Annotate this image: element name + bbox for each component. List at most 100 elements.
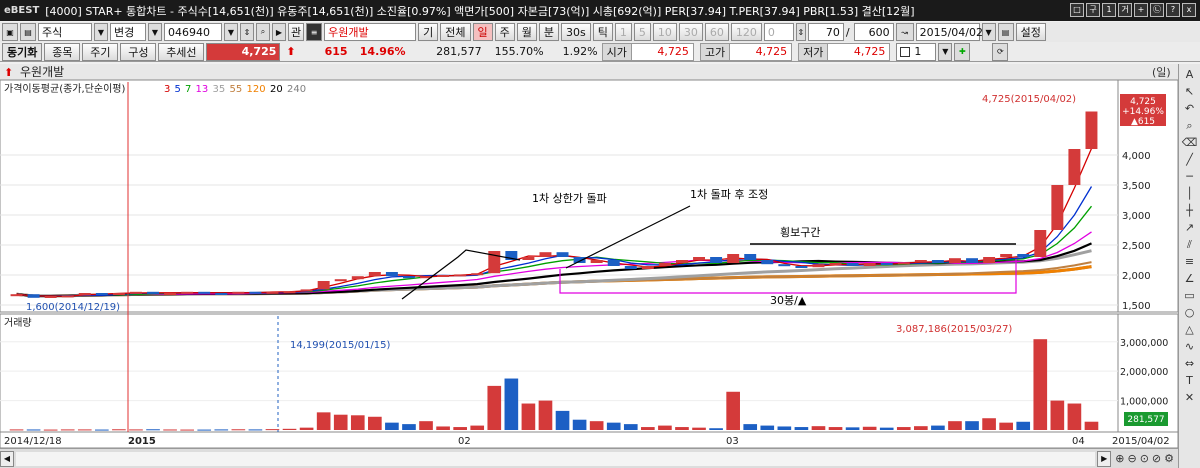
num-10-button[interactable]: 10	[652, 23, 677, 41]
market-select[interactable]: 주식	[38, 23, 92, 41]
period-minute-tab[interactable]: 분	[538, 23, 559, 41]
help-button[interactable]: ?	[1166, 3, 1180, 17]
item-button[interactable]: 종목	[44, 42, 81, 61]
market-dropdown-icon[interactable]: ▼	[94, 23, 108, 41]
hline-tool-icon[interactable]: ─	[1186, 170, 1193, 183]
num-1-button[interactable]: 1	[614, 23, 632, 41]
code-dropdown-icon[interactable]: ▼	[224, 23, 238, 41]
open-price-label: 시가	[601, 42, 632, 61]
scroll-left-icon[interactable]: ◀	[0, 450, 14, 467]
num-30-button[interactable]: 30	[678, 23, 703, 41]
zoom-in-icon[interactable]: ⊕	[1115, 452, 1124, 465]
date-dropdown-icon[interactable]: ▼	[981, 23, 996, 41]
candle	[556, 252, 569, 257]
vline-tool-icon[interactable]: │	[1186, 187, 1193, 200]
cycle-tool-icon[interactable]: ∿	[1185, 340, 1194, 353]
cursor-tool-icon[interactable]: ↖	[1185, 85, 1194, 98]
volume-bar	[470, 425, 485, 430]
chart-area[interactable]: ⬆ 우원개발 (일) 가격이동평균(종가,단순이평) 3 5 7 13 35 55 120 2…	[0, 64, 1179, 460]
window-btn-6[interactable]: ㉡	[1150, 3, 1164, 17]
date-input[interactable]: 2015/04/02	[915, 23, 983, 41]
channel-tool-icon[interactable]: ⫽	[1187, 238, 1192, 251]
tool-settings-icon[interactable]: ⚙	[1164, 452, 1174, 465]
current-price-value: 4,725	[241, 45, 277, 58]
period-week-tab[interactable]: 주	[494, 23, 515, 41]
arrow-tool-icon[interactable]: ↗	[1185, 221, 1194, 234]
zoom-fit-icon[interactable]: ⊙	[1140, 452, 1149, 465]
count-b-input[interactable]: 600	[853, 23, 894, 41]
screen-icon[interactable]: ▤	[20, 23, 36, 41]
save-icon[interactable]: ▤	[997, 23, 1014, 41]
volume-bar	[316, 412, 331, 430]
period-month-tab[interactable]: 월	[516, 23, 537, 41]
opt-all-button[interactable]: 전체	[440, 23, 471, 41]
compose-button[interactable]: 구성	[120, 42, 157, 61]
play-icon[interactable]: ▶	[272, 23, 286, 41]
change-dropdown-icon[interactable]: ▼	[148, 23, 162, 41]
open-price-cell: 시가 4,725	[601, 42, 694, 61]
candle	[437, 275, 450, 277]
spin-select[interactable]: 1	[896, 42, 937, 61]
volume-bar	[641, 427, 655, 430]
sync-date-icon[interactable]: ↝	[895, 23, 914, 41]
window-btn-3[interactable]: 1	[1102, 3, 1116, 17]
relation-button[interactable]: 관	[288, 23, 305, 41]
candle	[693, 257, 706, 260]
custom-num-input[interactable]: 0	[763, 23, 794, 41]
undo-tool-icon[interactable]: ↶	[1185, 102, 1194, 115]
period-tick-tab[interactable]: 틱	[592, 23, 613, 41]
window-btn-1[interactable]: □	[1070, 3, 1084, 17]
cycle-label: 주기	[90, 45, 111, 59]
layout-icon[interactable]: ▣	[2, 23, 18, 41]
chart-scrollbar[interactable]: ◀ ▶ ⊕ ⊖ ⊙ ⊘ ⚙	[0, 448, 1178, 468]
window-btn-2[interactable]: 구	[1086, 3, 1100, 17]
zoom-out-icon[interactable]: ⊖	[1127, 452, 1136, 465]
sync-button[interactable]: 동기화	[2, 42, 43, 61]
opt-gi-button[interactable]: 기	[418, 23, 439, 41]
triangle-tool-icon[interactable]: △	[1185, 323, 1193, 336]
scroll-right-icon[interactable]: ▶	[1097, 450, 1112, 467]
cross-tool-icon[interactable]: ┼	[1186, 204, 1193, 217]
eraser-tool-icon[interactable]: ⌫	[1182, 136, 1198, 149]
line-tool-icon[interactable]: ╱	[1186, 153, 1193, 166]
stock-code-input[interactable]: 046940	[164, 23, 222, 41]
window-btn-4[interactable]: 거	[1118, 3, 1132, 17]
drawing-toolbar: A ↖ ↶ ⌕ ⌫ ╱ ─ │ ┼ ↗ ⫽ ≡ ∠ ▭ ○ △ ∿ ⇔ T ✕	[1178, 64, 1200, 468]
circle-tool-icon[interactable]: ○	[1185, 306, 1195, 319]
candle	[266, 291, 279, 294]
volume-bar	[692, 427, 706, 430]
angle-tool-icon[interactable]: ∠	[1185, 272, 1195, 285]
spin-icon[interactable]: ⇕	[240, 23, 254, 41]
close-button[interactable]: x	[1182, 3, 1196, 17]
fib-tool-icon[interactable]: ≡	[1185, 255, 1194, 268]
cycle-button[interactable]: 주기	[82, 42, 119, 61]
volume-bar	[777, 426, 792, 430]
change-select[interactable]: 변경	[110, 23, 146, 41]
measure-tool-icon[interactable]: ⇔	[1185, 357, 1194, 370]
period-day-tab[interactable]: 일	[472, 23, 493, 41]
search-icon[interactable]: ⌕	[256, 23, 270, 41]
period-30s-tab[interactable]: 30s	[561, 23, 591, 41]
settings-button[interactable]: 설정	[1015, 23, 1046, 41]
turnover-rate: 1.92%	[562, 45, 598, 58]
stock-chart-svg[interactable]: ⬆ 우원개발 (일) 가격이동평균(종가,단순이평) 3 5 7 13 35 55 120 2…	[0, 64, 1179, 449]
zoom-reset-icon[interactable]: ⊘	[1152, 452, 1161, 465]
count-a-input[interactable]: 70	[807, 23, 844, 41]
window-btn-5[interactable]: +	[1134, 3, 1148, 17]
num-5-button[interactable]: 5	[633, 23, 651, 41]
spin-dropdown-icon[interactable]: ▼	[938, 42, 953, 61]
refresh-icon[interactable]: ⟳	[992, 42, 1009, 61]
stock-name-field[interactable]: 우원개발	[324, 23, 417, 41]
scroll-track[interactable]	[16, 451, 1096, 466]
num-60-button[interactable]: 60	[704, 23, 729, 41]
list-icon[interactable]: ≡	[306, 23, 323, 41]
rect-tool-icon[interactable]: ▭	[1184, 289, 1194, 302]
text-tool-icon[interactable]: A	[1186, 68, 1194, 81]
trend-button[interactable]: 추세선	[158, 42, 205, 61]
num-120-button[interactable]: 120	[730, 23, 762, 41]
zoom-tool-icon[interactable]: ⌕	[1186, 119, 1192, 132]
add-icon[interactable]: ✚	[954, 42, 971, 61]
text2-tool-icon[interactable]: T	[1186, 374, 1193, 387]
delete-tool-icon[interactable]: ✕	[1185, 391, 1194, 404]
custom-num-spin-icon[interactable]: ⇕	[795, 23, 806, 41]
